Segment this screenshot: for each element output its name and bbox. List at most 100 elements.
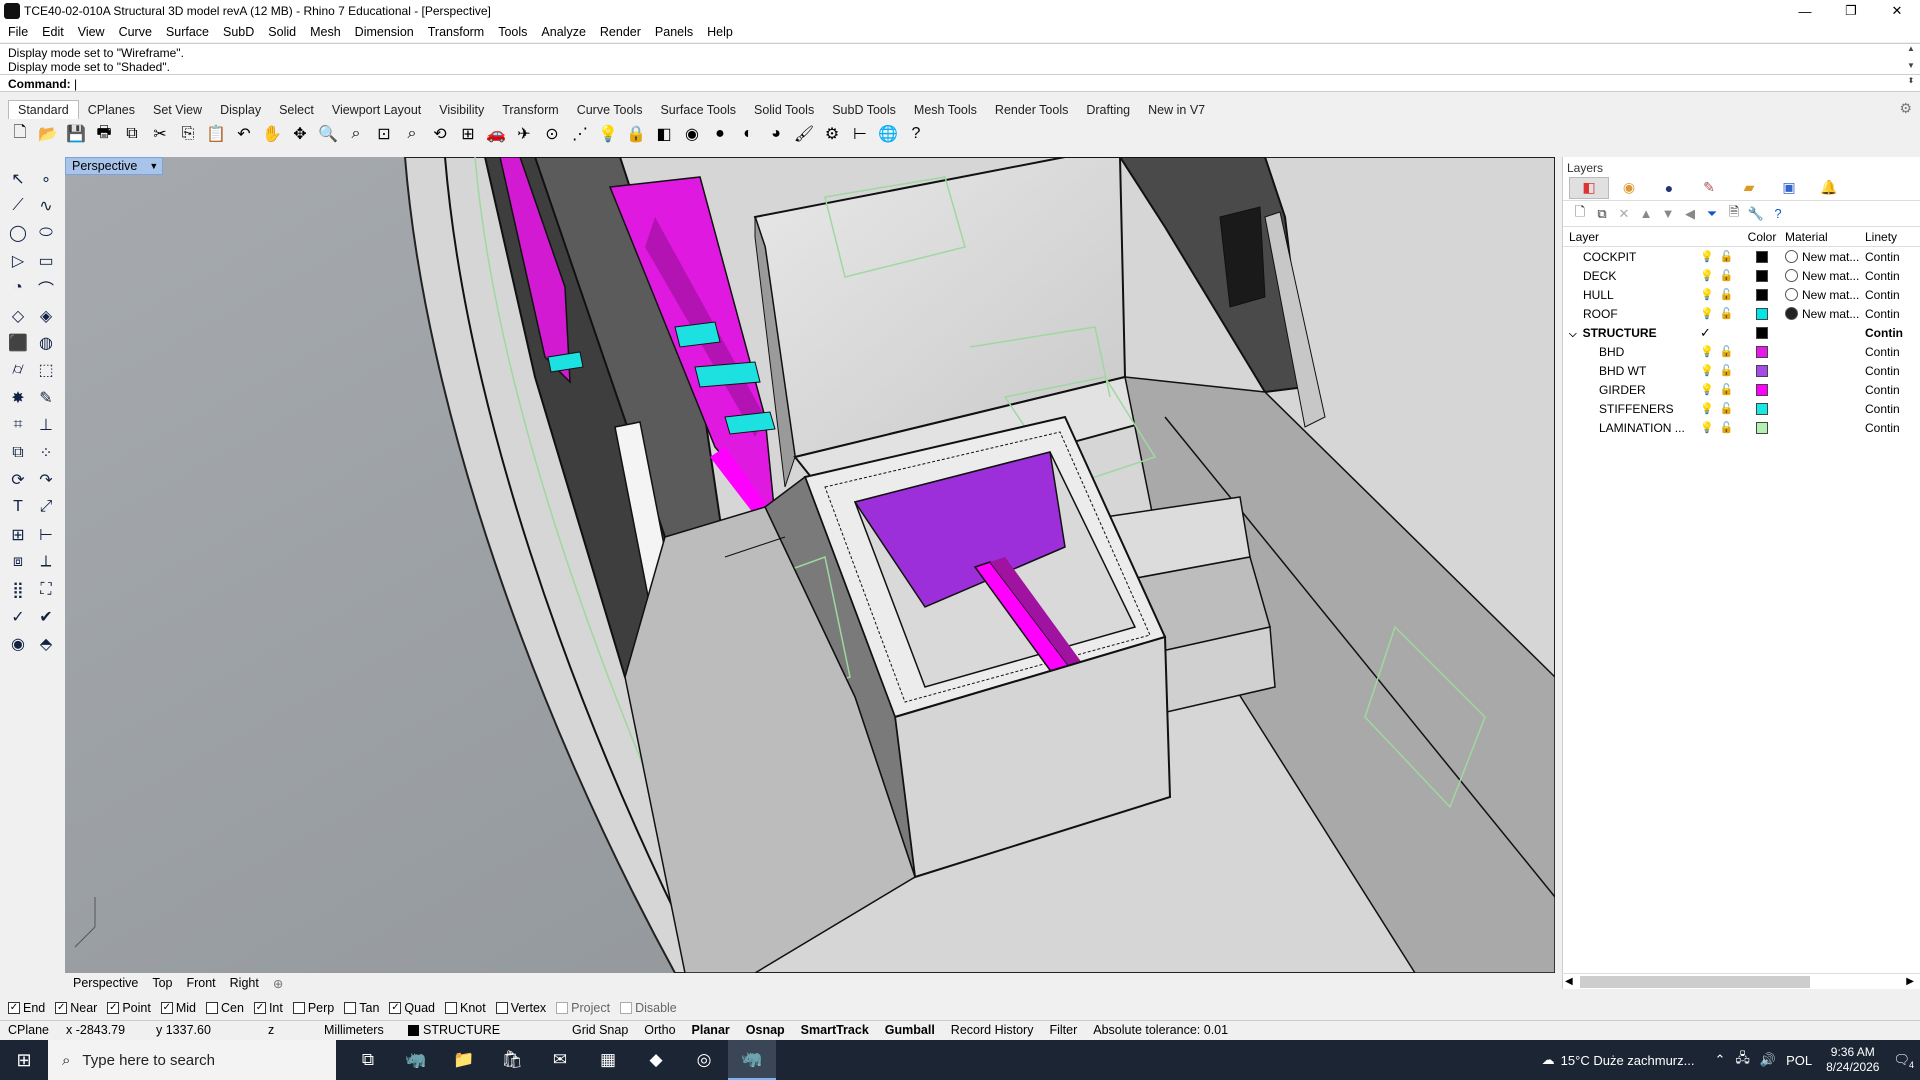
layer-row[interactable]: BHD 💡 🔓 Contin <box>1563 342 1920 361</box>
checkbox[interactable] <box>620 1002 633 1014</box>
bend-icon[interactable]: ↷ <box>32 466 60 493</box>
layer-linetype[interactable]: Contin <box>1865 402 1905 416</box>
layer-color-swatch[interactable] <box>1756 383 1768 396</box>
render-preview-icon[interactable]: ◐ <box>736 122 760 146</box>
osnap-tan[interactable]: Tan <box>344 1001 379 1015</box>
layer-color-swatch[interactable] <box>1756 307 1768 320</box>
text-icon[interactable]: T <box>4 494 32 521</box>
boolean-union-icon[interactable]: ⧉ <box>4 439 32 466</box>
bulb-icon[interactable]: 💡 <box>1700 250 1714 263</box>
zoom-icon[interactable]: 🔍 <box>316 122 340 146</box>
group-icon[interactable]: ⊞ <box>4 521 32 548</box>
tab-new-in-v7[interactable]: New in V7 <box>1139 101 1214 119</box>
rotate-view-icon[interactable]: ⟲ <box>428 122 452 146</box>
toggle-filter[interactable]: Filter <box>1041 1023 1085 1037</box>
layer-row[interactable]: ⌵ STRUCTURE ✓ Contin <box>1563 323 1920 342</box>
history-icon[interactable]: ⛶ <box>32 576 60 603</box>
layer-linetype[interactable]: Contin <box>1865 288 1905 302</box>
checkbox[interactable] <box>556 1002 569 1014</box>
osnap-cen[interactable]: Cen <box>206 1001 244 1015</box>
globe-icon[interactable]: 🌐 <box>876 122 900 146</box>
network-icon[interactable]: 🖧 <box>1735 1049 1750 1071</box>
layer-color-swatch[interactable] <box>1756 250 1768 263</box>
layer-icon[interactable]: ◧ <box>652 122 676 146</box>
grid-snap-icon[interactable]: ⋰ <box>568 122 592 146</box>
tab-environment[interactable]: ▣ <box>1769 177 1809 199</box>
new-layer-icon[interactable]: 🗋 <box>1569 203 1591 225</box>
four-views-icon[interactable]: ⊞ <box>456 122 480 146</box>
unlock-icon[interactable]: 🔓 <box>1720 345 1734 358</box>
tab-surface-tools[interactable]: Surface Tools <box>651 101 745 119</box>
scroll-up-icon[interactable]: ▲ <box>1907 44 1915 53</box>
checkbox[interactable]: ✓ <box>160 1002 173 1014</box>
language-indicator[interactable]: POL <box>1786 1053 1812 1068</box>
layer-row[interactable]: ROOF 💡 🔓 New mat... Contin <box>1563 304 1920 323</box>
layer-color-swatch[interactable] <box>1756 326 1768 339</box>
notifications-icon[interactable]: 🗨 4 <box>1893 1052 1914 1070</box>
explode-icon[interactable]: ✸ <box>4 384 32 411</box>
checkbox[interactable] <box>495 1002 508 1014</box>
extrude-icon[interactable]: ⬚ <box>32 357 60 384</box>
render-tool-icon[interactable]: ◉ <box>4 631 32 658</box>
undo-icon[interactable]: ↶ <box>232 122 256 146</box>
unlock-icon[interactable]: 🔓 <box>1720 402 1734 415</box>
tab-display[interactable]: Display <box>211 101 270 119</box>
material-swatch[interactable] <box>1785 269 1798 282</box>
tab-visibility[interactable]: Visibility <box>430 101 493 119</box>
bulb-icon[interactable]: 💡 <box>1700 269 1714 282</box>
tab-materials[interactable]: ● <box>1649 177 1689 199</box>
copy-icon[interactable]: ⎘ <box>176 122 200 146</box>
layer-row[interactable]: STIFFENERS 💡 🔓 Contin <box>1563 399 1920 418</box>
layer-linetype[interactable]: Contin <box>1865 421 1905 435</box>
layer-material[interactable]: New mat... <box>1802 269 1859 283</box>
tab-notifications[interactable]: 🔔 <box>1809 177 1849 199</box>
menu-analyze[interactable]: Analyze <box>541 25 585 39</box>
taskbar-search[interactable]: ⌕ Type here to search <box>48 1040 336 1080</box>
column-color[interactable]: Color <box>1739 230 1785 244</box>
material-swatch[interactable] <box>1785 307 1798 320</box>
layer-linetype[interactable]: Contin <box>1865 364 1905 378</box>
layer-color-swatch[interactable] <box>1756 402 1768 415</box>
osnap-vertex[interactable]: Vertex <box>495 1001 546 1015</box>
weather-icon[interactable]: ☁ <box>1542 1052 1555 1068</box>
layer-row[interactable]: COCKPIT 💡 🔓 New mat... Contin <box>1563 247 1920 266</box>
layer-linetype[interactable]: Contin <box>1865 345 1905 359</box>
plane-icon[interactable]: ✈ <box>512 122 536 146</box>
material-icon[interactable]: 🖌 <box>792 122 816 146</box>
bulb-icon[interactable]: 💡 <box>1700 402 1714 415</box>
perspective-viewport[interactable] <box>65 157 1555 973</box>
cplane-label[interactable]: CPlane <box>0 1023 58 1037</box>
unlock-icon[interactable]: 🔓 <box>1720 269 1734 282</box>
car-icon[interactable]: 🚗 <box>484 122 508 146</box>
render-icon[interactable]: ◕ <box>764 122 788 146</box>
toggle-osnap[interactable]: Osnap <box>738 1023 793 1037</box>
tab-cplanes[interactable]: CPlanes <box>79 101 144 119</box>
viewport-title-tab[interactable]: Perspective ▼ <box>65 157 164 175</box>
zoom-extents-icon[interactable]: ⊡ <box>372 122 396 146</box>
figma-icon[interactable]: ◆ <box>632 1040 680 1080</box>
checkbox[interactable] <box>206 1002 218 1014</box>
menu-curve[interactable]: Curve <box>119 25 152 39</box>
scroll-down-icon[interactable]: ▼ <box>1907 61 1915 70</box>
tab-mesh-tools[interactable]: Mesh Tools <box>905 101 986 119</box>
rectangle-icon[interactable]: ▭ <box>32 247 60 274</box>
layer-row[interactable]: GIRDER 💡 🔓 Contin <box>1563 380 1920 399</box>
tab-set-view[interactable]: Set View <box>144 101 211 119</box>
boolean-icon[interactable]: ◍ <box>32 329 60 356</box>
toggle-ortho[interactable]: Ortho <box>636 1023 683 1037</box>
layer-row[interactable]: HULL 💡 🔓 New mat... Contin <box>1563 285 1920 304</box>
menu-surface[interactable]: Surface <box>166 25 209 39</box>
scale-icon[interactable]: ⤢ <box>32 494 60 521</box>
menu-edit[interactable]: Edit <box>42 25 64 39</box>
scroll-left-icon[interactable]: ◀ <box>1565 976 1573 987</box>
grid-array-icon[interactable]: ⣿ <box>4 576 32 603</box>
layer-linetype[interactable]: Contin <box>1865 326 1905 340</box>
windows-start-icon[interactable]: ⊞ <box>0 1040 48 1080</box>
task-view-icon[interactable]: ⧉ <box>344 1040 392 1080</box>
checkbox[interactable]: ✓ <box>253 1002 266 1014</box>
layer-linetype[interactable]: Contin <box>1865 307 1905 321</box>
unlock-icon[interactable]: 🔓 <box>1720 421 1734 434</box>
spin-icon[interactable]: ⬍ <box>1908 76 1915 85</box>
bulb-icon[interactable]: 💡 <box>1700 307 1714 320</box>
rotate-icon[interactable]: ⟳ <box>4 466 32 493</box>
